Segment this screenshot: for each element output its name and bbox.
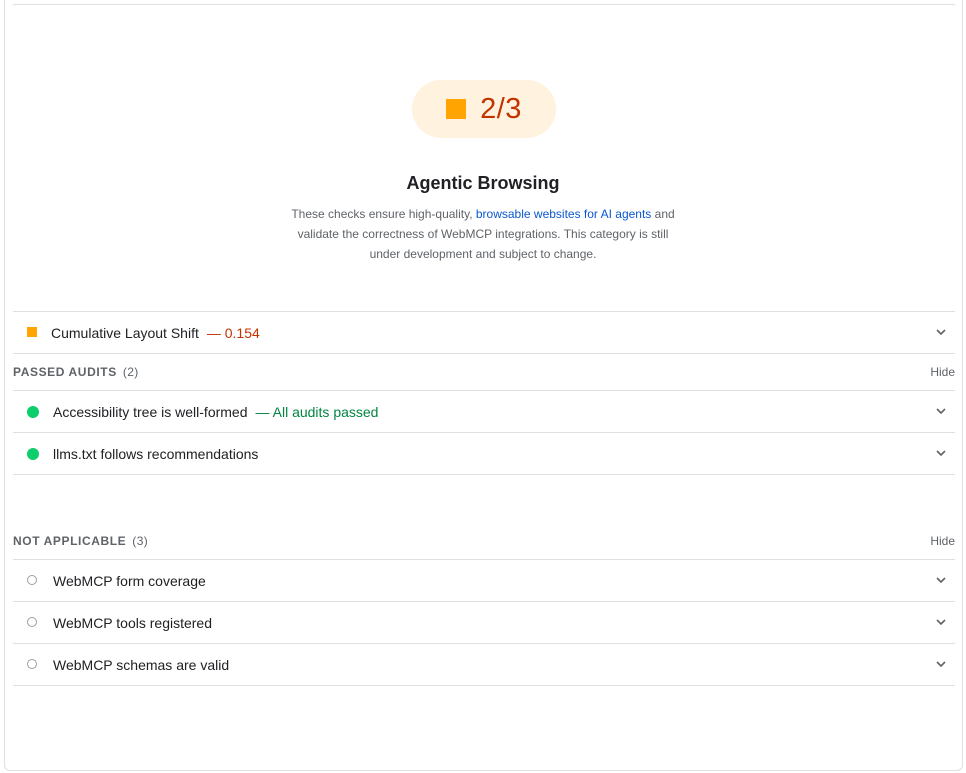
audit-title: Cumulative Layout Shift — 0.154 [51, 325, 260, 341]
not-applicable-header: Not applicable (3) Hide [13, 531, 955, 551]
not-applicable-circle-icon [27, 575, 37, 585]
audit-title-text: Accessibility tree is well-formed [53, 403, 248, 420]
group-count: (3) [132, 534, 149, 548]
audit-row-webmcp-tools-registered[interactable]: WebMCP tools registered [13, 602, 955, 643]
chevron-down-icon[interactable] [935, 326, 947, 338]
divider [13, 685, 955, 686]
not-applicable-circle-icon [27, 617, 37, 627]
pass-circle-icon [27, 405, 39, 418]
average-square-icon [446, 99, 467, 119]
group-title: Not applicable [13, 534, 127, 548]
divider [13, 474, 955, 475]
chevron-down-icon[interactable] [935, 574, 947, 586]
audit-row-cumulative-layout-shift[interactable]: Cumulative Layout Shift — 0.154 [13, 312, 955, 353]
chevron-down-icon[interactable] [935, 447, 947, 459]
audit-title: WebMCP form coverage [53, 572, 206, 589]
average-square-icon [27, 326, 37, 337]
audit-display-value: — All audits passed [255, 403, 379, 420]
group-count: (2) [122, 365, 139, 379]
divider [13, 353, 955, 354]
not-applicable-circle-icon [27, 659, 37, 669]
passed-audits-header: Passed audits (2) Hide [13, 362, 955, 382]
audit-row-webmcp-form-coverage[interactable]: WebMCP form coverage [13, 560, 955, 601]
description-text-before: These checks ensure high-quality, [291, 207, 476, 221]
top-divider [13, 4, 955, 5]
chevron-down-icon[interactable] [935, 616, 947, 628]
pass-circle-icon [27, 447, 39, 460]
audit-title: llms.txt follows recommendations [53, 445, 259, 462]
hide-passed-button[interactable]: Hide [930, 365, 955, 379]
category-title: Agentic Browsing [406, 173, 560, 193]
audit-row-llms-txt[interactable]: llms.txt follows recommendations [13, 433, 955, 474]
group-title: Passed audits [13, 365, 117, 379]
audit-row-accessibility-tree[interactable]: Accessibility tree is well-formed — All a… [13, 391, 955, 432]
audit-row-webmcp-schemas-valid[interactable]: WebMCP schemas are valid [13, 644, 955, 685]
audit-title: WebMCP tools registered [53, 614, 212, 631]
audit-title-text: Cumulative Layout Shift [51, 324, 199, 341]
hide-not-applicable-button[interactable]: Hide [930, 534, 955, 548]
score-badge: 2/3 [412, 80, 556, 138]
audit-title: WebMCP schemas are valid [53, 656, 230, 673]
audit-title: Accessibility tree is well-formed — All a… [53, 404, 378, 420]
audit-display-value: — 0.154 [206, 324, 260, 341]
score-value: 2/3 [480, 92, 522, 125]
chevron-down-icon[interactable] [935, 405, 947, 417]
browsable-websites-link[interactable]: browsable websites for AI agents [476, 207, 651, 221]
chevron-down-icon[interactable] [935, 658, 947, 670]
category-description: These checks ensure high-quality, browsa… [283, 204, 683, 264]
